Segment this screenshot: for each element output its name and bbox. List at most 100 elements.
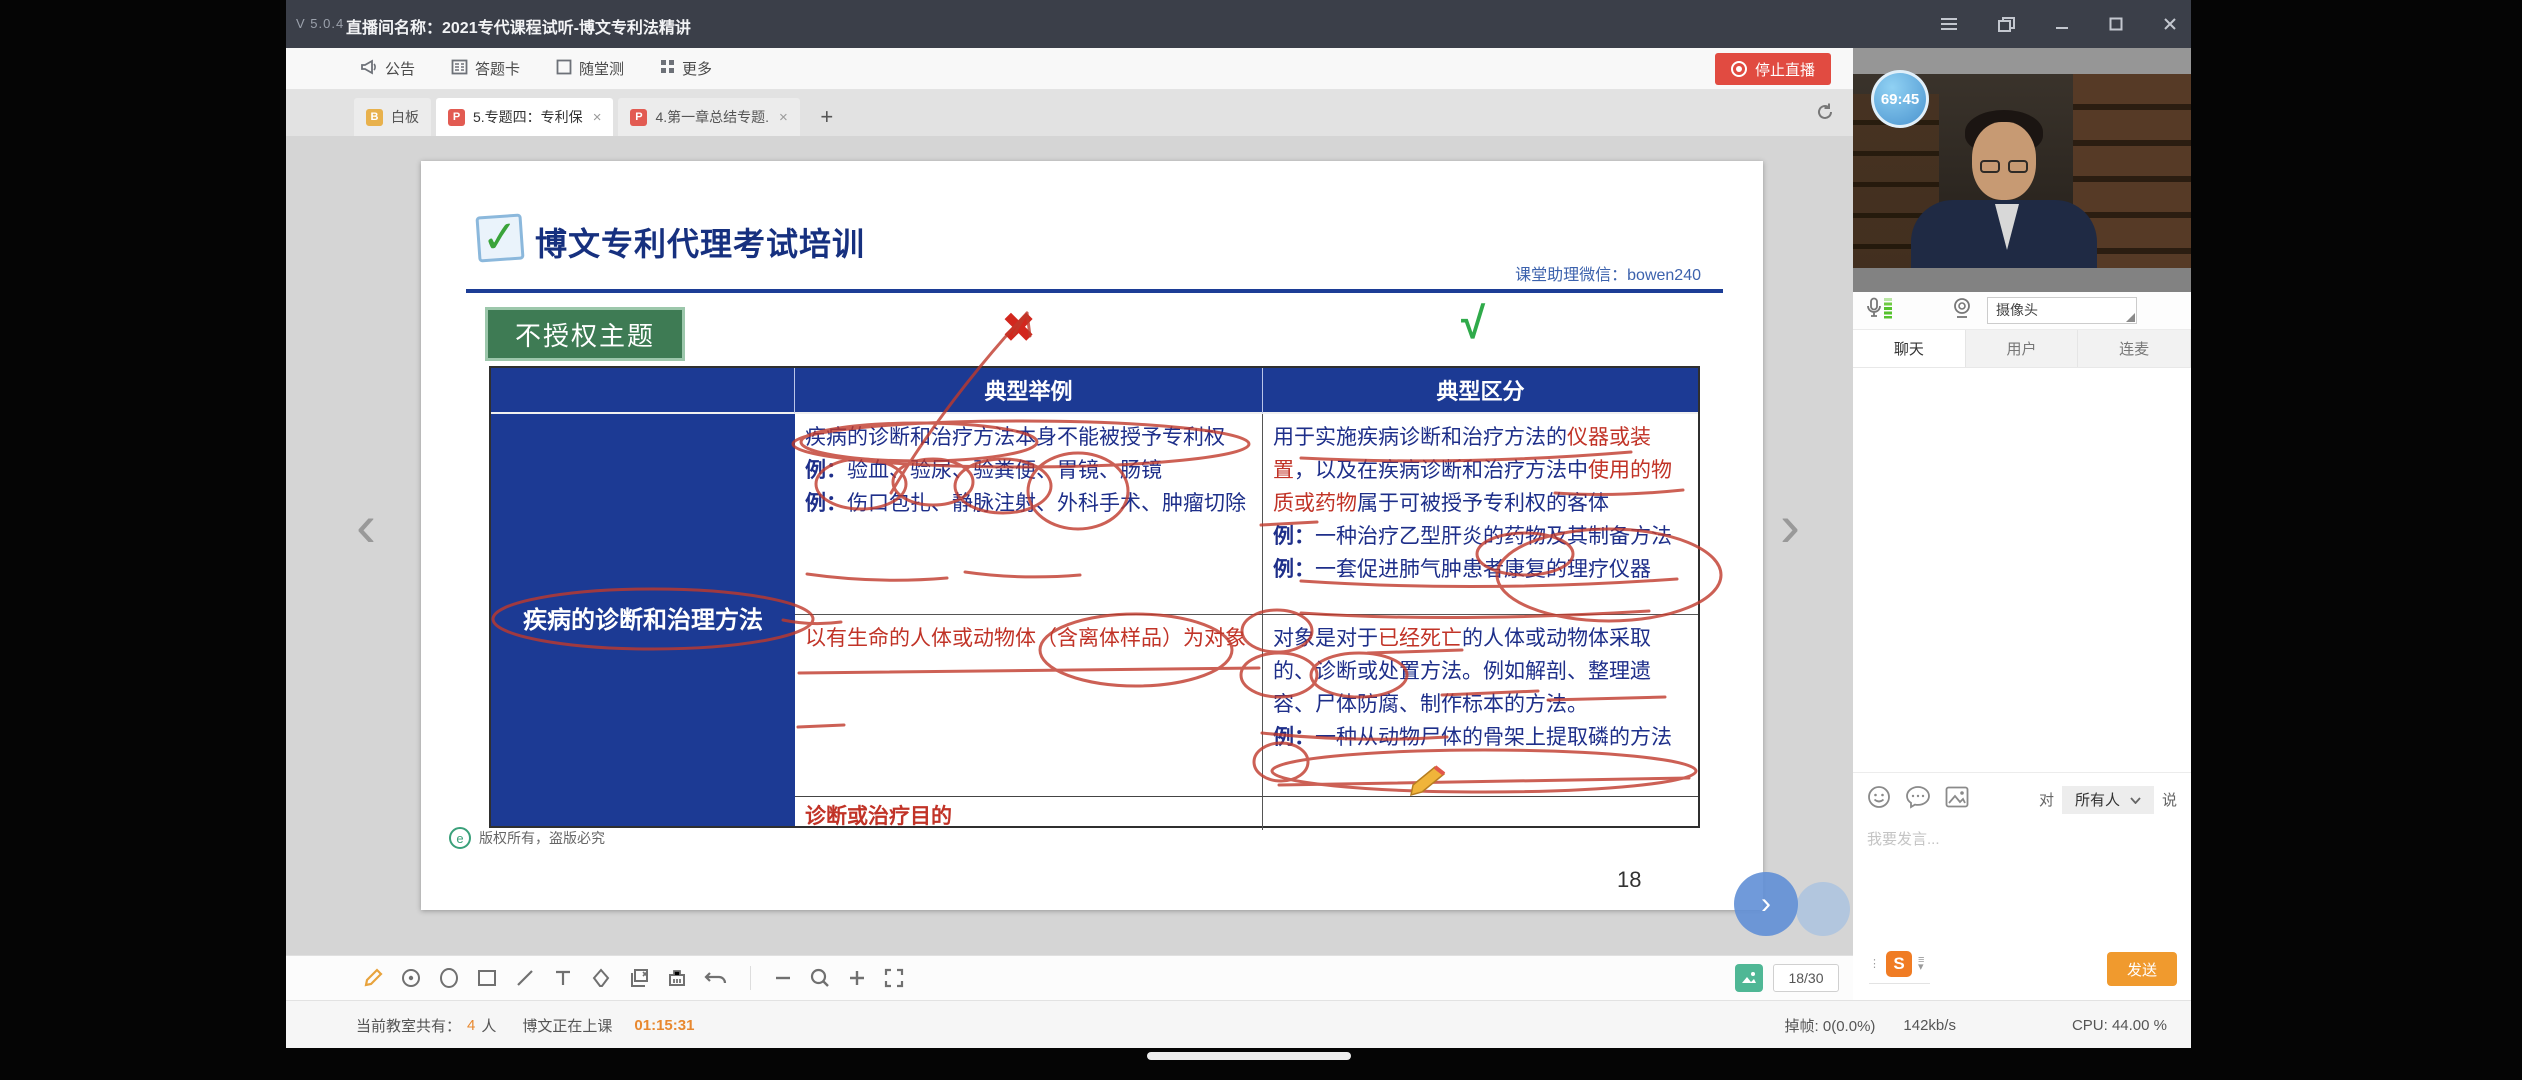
toolbar-separator bbox=[750, 966, 751, 990]
eraser-tool-icon[interactable] bbox=[590, 967, 612, 989]
tab-chapter1-summary[interactable]: P 4.第一章总结专题. × bbox=[618, 98, 800, 136]
sidebar-tabs: 聊天 用户 连麦 bbox=[1853, 330, 2192, 368]
line-tool-icon[interactable] bbox=[514, 967, 536, 989]
mic-level-meter bbox=[1883, 297, 1893, 324]
tab-chat[interactable]: 聊天 bbox=[1853, 330, 1966, 367]
tab-topic4-patent[interactable]: P 5.专题四：专利保 × bbox=[436, 98, 614, 136]
audience-select[interactable]: 所有人 bbox=[2061, 785, 2154, 814]
emoji-icon[interactable] bbox=[1867, 785, 1891, 814]
announcement-button[interactable]: 公告 bbox=[360, 58, 415, 79]
chat-input[interactable] bbox=[1867, 828, 2177, 906]
teaching-status: 博文正在上课 bbox=[522, 1018, 613, 1035]
menu-icon[interactable] bbox=[1940, 17, 1958, 31]
status-left: 当前教室共有： 4 人 博文正在上课 01:15:31 bbox=[356, 1015, 694, 1036]
status-right: 掉帧: 0(0.0%) 142kb/s CPU: 44.00 % bbox=[1785, 1015, 2167, 1036]
tab-close-icon[interactable]: × bbox=[593, 109, 602, 126]
announcement-label: 公告 bbox=[385, 61, 416, 78]
resize-corner-icon bbox=[2126, 313, 2135, 322]
table-header-distinction: 典型区分 bbox=[1263, 368, 1698, 414]
camera-select[interactable]: 摄像头 bbox=[1987, 297, 2137, 324]
main-area: 公告 答题卡 随堂测 更多 停止直播 B 白板 P 5.专题四：专利保 × P … bbox=[286, 48, 1853, 1000]
taskbar-handle bbox=[1147, 1052, 1351, 1060]
table-row-label-cell: 疾病的诊断和治理方法 bbox=[491, 414, 795, 826]
fullscreen-icon[interactable] bbox=[883, 967, 905, 989]
text-tool-icon[interactable] bbox=[552, 967, 574, 989]
undo-icon[interactable] bbox=[704, 967, 728, 989]
layout-icon[interactable] bbox=[1998, 16, 2015, 32]
clear-page-tool-icon[interactable] bbox=[628, 967, 650, 989]
zoom-in-icon[interactable] bbox=[847, 968, 867, 988]
chat-message-list[interactable] bbox=[1853, 368, 2191, 772]
rectangle-tool-icon[interactable] bbox=[476, 967, 498, 989]
pencil-tool-icon[interactable] bbox=[362, 967, 384, 989]
laser-point-tool-icon[interactable] bbox=[400, 967, 422, 989]
quiz-label: 随堂测 bbox=[579, 61, 625, 78]
slide-brand-title: 博文专利代理考试培训 bbox=[535, 226, 866, 262]
to-label: 对 bbox=[2038, 792, 2054, 809]
teacher-shirt bbox=[1995, 204, 2019, 250]
chat-composer: 对 所有人 说 ⋮ S ≡▾ 发送 bbox=[1853, 772, 2191, 1000]
new-tab-button[interactable]: + bbox=[805, 98, 849, 136]
more-button[interactable]: 更多 bbox=[660, 58, 712, 79]
right-mark-icon: √ bbox=[1461, 299, 1486, 348]
ime-bar[interactable]: ⋮ S ≡ ▾ bbox=[1869, 951, 1931, 984]
window-controls bbox=[1940, 0, 2177, 48]
refresh-icon[interactable] bbox=[1815, 102, 1835, 127]
wrong-mark-icon: ✖ bbox=[1001, 304, 1037, 351]
zoom-out-icon[interactable] bbox=[773, 968, 793, 988]
close-icon[interactable] bbox=[2163, 17, 2177, 31]
say-label: 说 bbox=[2161, 792, 2177, 809]
tab-whiteboard[interactable]: B 白板 bbox=[354, 98, 431, 136]
megaphone-icon bbox=[360, 58, 378, 79]
row-label: 疾病的诊断和治理方法 bbox=[523, 606, 763, 634]
prev-slide-arrow[interactable]: ‹ bbox=[356, 496, 376, 556]
microphone-icon[interactable] bbox=[1865, 297, 1883, 324]
table-cell-examples-2: 以有生命的人体或动物体（含离体样品）为对象 bbox=[795, 614, 1263, 796]
circle-tool-icon[interactable] bbox=[438, 967, 460, 989]
quiz-button[interactable]: 随堂测 bbox=[556, 58, 624, 79]
whiteboard-area: ‹ › ✓ 博文专利代理考试培训 课堂助理微信：bowen240 不授权主题 ✖… bbox=[286, 136, 1853, 955]
whiteboard-tab-icon: B bbox=[366, 108, 383, 126]
ime-menu-icon: ≡ ▾ bbox=[1918, 954, 1925, 973]
table-header-empty bbox=[491, 368, 795, 414]
clean-all-tool-icon[interactable] bbox=[666, 967, 688, 989]
webcam-icon[interactable] bbox=[1951, 297, 1973, 324]
chat-bubble-icon[interactable] bbox=[1905, 785, 1931, 814]
drawing-toolbar: 18/30 bbox=[286, 955, 1853, 1000]
ime-dots-icon: ⋮ bbox=[1869, 957, 1880, 970]
screen: V 5.0.4 直播间名称：2021专代课程试听-博文专利法精讲 公告 答题卡 … bbox=[0, 0, 2522, 1080]
titlebar: V 5.0.4 直播间名称：2021专代课程试听-博文专利法精讲 bbox=[286, 0, 2191, 48]
slide-page-number: 18 bbox=[1617, 867, 1642, 892]
copyright-line: e 版权所有，盗版必究 bbox=[449, 827, 605, 849]
video-letterbox-bottom bbox=[1853, 268, 2191, 292]
audience-selector-group: 对 所有人 说 bbox=[2038, 785, 2177, 814]
float-next-button[interactable]: › bbox=[1734, 872, 1798, 936]
tab-close-icon[interactable]: × bbox=[779, 109, 788, 126]
send-button[interactable]: 发送 bbox=[2107, 952, 2177, 986]
maximize-icon[interactable] bbox=[2109, 17, 2123, 31]
stop-live-button[interactable]: 停止直播 bbox=[1714, 53, 1831, 85]
magnifier-icon[interactable] bbox=[809, 967, 831, 989]
answer-card-button[interactable]: 答题卡 bbox=[451, 58, 520, 79]
slide-thumbnail-icon[interactable] bbox=[1735, 964, 1763, 992]
tab-label: 白板 bbox=[391, 109, 419, 125]
image-upload-icon[interactable] bbox=[1945, 786, 1969, 813]
room-count-unit: 人 bbox=[481, 1018, 497, 1035]
slide-table: 典型举例 典型区分 疾病的诊断和治理方法 疾病的诊断和治疗方法本身不能被授予专利… bbox=[489, 366, 1700, 830]
assistant-wechat: 课堂助理微信：bowen240 bbox=[1515, 267, 1701, 284]
page-indicator[interactable]: 18/30 bbox=[1773, 964, 1839, 992]
bitrate-stat: 142kb/s bbox=[1903, 1017, 1956, 1034]
float-secondary-circle[interactable] bbox=[1796, 882, 1850, 936]
answer-card-label: 答题卡 bbox=[475, 61, 521, 78]
tab-mic-connect[interactable]: 连麦 bbox=[2078, 330, 2192, 367]
table-cell-distinction-1: 用于实施疾病诊断和治疗方法的仪器或装置，以及在疾病诊断和治疗方法中使用的物质或药… bbox=[1273, 426, 1672, 581]
next-slide-arrow[interactable]: › bbox=[1780, 496, 1800, 556]
room-count-value: 4 bbox=[467, 1017, 476, 1034]
room-title: 直播间名称：2021专代课程试听-博文专利法精讲 bbox=[346, 20, 691, 37]
cpu-stat: CPU: 44.00 % bbox=[2071, 1017, 2167, 1034]
more-label: 更多 bbox=[682, 61, 713, 78]
tab-users[interactable]: 用户 bbox=[1965, 330, 2079, 367]
teacher-webcam-video: 69:45 bbox=[1853, 48, 2191, 292]
minimize-icon[interactable] bbox=[2055, 17, 2069, 31]
table-cell-distinction-3 bbox=[1263, 796, 1698, 830]
